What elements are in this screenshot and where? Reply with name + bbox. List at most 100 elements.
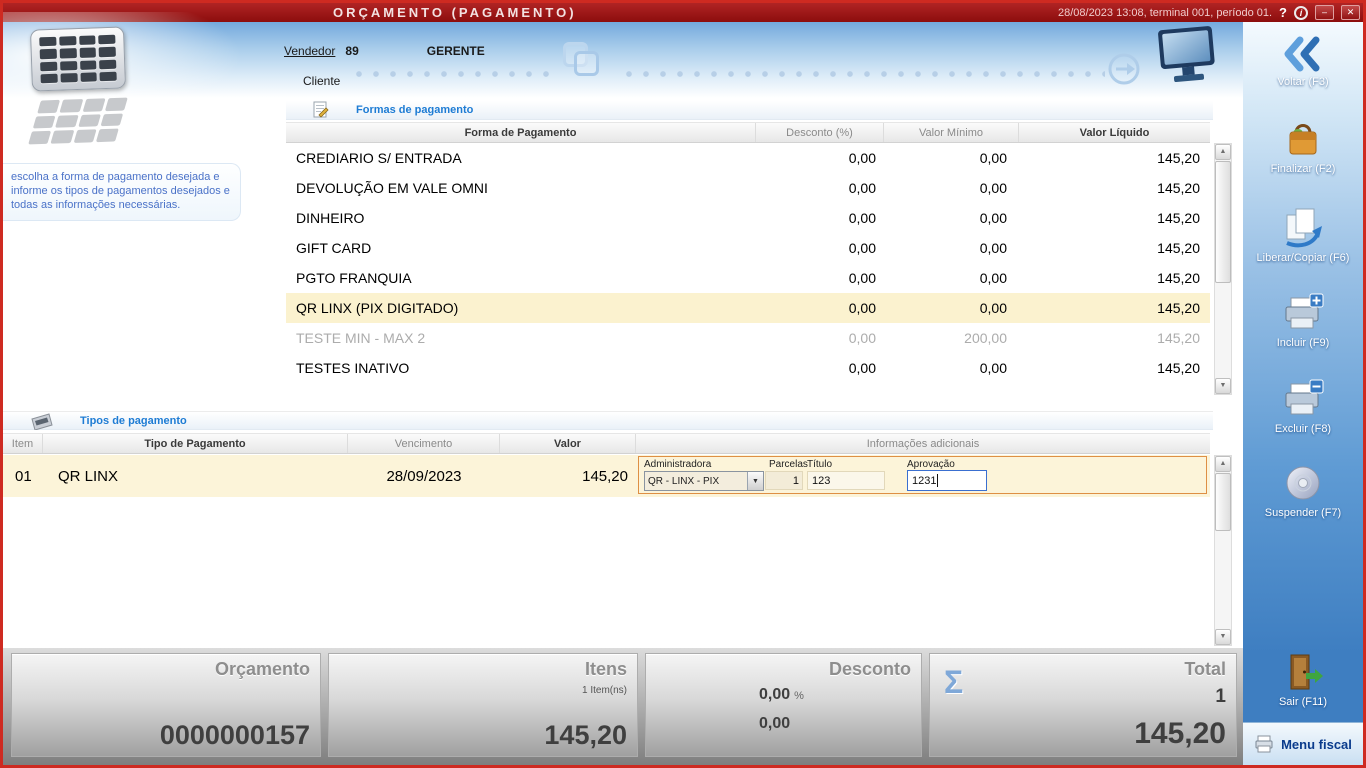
forma-name: TESTE MIN - MAX 2 (296, 330, 426, 346)
aprovacao-value: 1231 (912, 474, 937, 487)
liberar-copiar-button[interactable]: Liberar/Copiar (F6) (1243, 206, 1363, 264)
close-button[interactable]: ✕ (1341, 5, 1360, 20)
finalizar-label: Finalizar (F2) (1270, 163, 1336, 175)
forma-minimo: 0,00 (979, 240, 1007, 256)
forma-liquido: 145,20 (1157, 270, 1200, 286)
orcamento-number: 0000000157 (159, 720, 310, 750)
payment-forms-table: Forma de Pagamento Desconto (%) Valor Mí… (286, 122, 1210, 383)
formas-scrollbar[interactable]: ▲ ▼ (1214, 143, 1232, 395)
help-icon[interactable]: ? (1279, 5, 1287, 20)
total-count: 1 (1215, 686, 1226, 707)
payment-form-row[interactable]: PGTO FRANQUIA 0,00 0,00 145,20 (286, 263, 1210, 293)
parcelas-field[interactable]: 1 (765, 471, 803, 490)
titulo-label: Título (807, 459, 833, 470)
scroll-up-button[interactable]: ▲ (1215, 456, 1231, 472)
titulo-field[interactable]: 123 (807, 471, 885, 490)
column-vencimento: Vencimento (348, 434, 500, 453)
scroll-down-button[interactable]: ▼ (1215, 629, 1231, 645)
sair-button[interactable]: Sair (F11) (1243, 652, 1363, 708)
suspender-label: Suspender (F7) (1264, 507, 1342, 519)
fiscal-printer-icon (1255, 735, 1273, 753)
parcelas-label: Parcelas (769, 459, 808, 470)
next-arrow-icon (1108, 53, 1140, 85)
aprovacao-input[interactable]: 1231 (907, 470, 987, 491)
exit-door-icon (1290, 654, 1323, 690)
tipo-valor: 145,20 (582, 467, 628, 485)
formas-section-title: Formas de pagamento (356, 104, 474, 116)
calculator-keys (39, 34, 117, 84)
info-icon[interactable]: i (1294, 5, 1308, 20)
orcamento-panel: Orçamento 0000000157 (11, 653, 321, 757)
titlebar-controls: 28/08/2023 13:08, terminal 001, período … (1058, 3, 1360, 22)
cliente-label: Cliente (303, 74, 341, 88)
forma-liquido: 145,20 (1157, 360, 1200, 376)
payment-form-row-disabled[interactable]: TESTE MIN - MAX 2 0,00 200,00 145,20 (286, 323, 1210, 353)
incluir-button[interactable]: Incluir (F9) (1243, 293, 1363, 349)
forma-liquido: 145,20 (1157, 210, 1200, 226)
printer-add-icon (1285, 293, 1324, 329)
forma-name: TESTES INATIVO (296, 360, 410, 376)
forma-minimo: 0,00 (979, 210, 1007, 226)
desconto-value: 0,00 (759, 715, 791, 732)
payment-types-table-header: Item Tipo de Pagamento Vencimento Valor … (3, 433, 1210, 454)
payment-form-row[interactable]: TESTES INATIVO 0,00 0,00 145,20 (286, 353, 1210, 383)
payment-forms-table-header: Forma de Pagamento Desconto (%) Valor Mí… (286, 122, 1210, 143)
printer-remove-icon (1285, 379, 1324, 415)
forma-desconto: 0,00 (848, 180, 876, 196)
total-panel: Σ Total 1 145,20 (929, 653, 1237, 757)
instructions-text: escolha a forma de pagamento desejada e … (3, 163, 241, 221)
payment-form-row[interactable]: DINHEIRO 0,00 0,00 145,20 (286, 203, 1210, 233)
incluir-label: Incluir (F9) (1276, 337, 1330, 349)
minimize-button[interactable]: – (1315, 5, 1334, 20)
forma-desconto: 0,00 (848, 330, 876, 346)
dropdown-arrow-icon[interactable]: ▼ (747, 472, 763, 490)
scrollbar-thumb[interactable] (1215, 161, 1231, 283)
sigma-icon: Σ (944, 664, 964, 700)
forma-desconto: 0,00 (848, 150, 876, 166)
monitor-icon (1158, 26, 1215, 83)
titulo-value: 123 (812, 474, 831, 487)
menu-fiscal-button[interactable]: Menu fiscal (1243, 722, 1363, 765)
tipo-vencimento: 28/09/2023 (386, 467, 462, 485)
forma-name: DEVOLUÇÃO EM VALE OMNI (296, 180, 488, 196)
administradora-select[interactable]: QR - LINX - PIX ▼ (644, 471, 764, 491)
payment-form-row[interactable]: GIFT CARD 0,00 0,00 145,20 (286, 233, 1210, 263)
column-info: Informações adicionais (866, 438, 980, 450)
scroll-up-button[interactable]: ▲ (1215, 144, 1231, 160)
total-label: Total (1184, 659, 1226, 679)
back-icon (1284, 36, 1320, 72)
vendedor-label: Vendedor (284, 44, 336, 58)
text-caret (937, 474, 939, 487)
administradora-label: Administradora (644, 459, 712, 470)
payment-form-row-selected[interactable]: QR LINX (PIX DIGITADO) 0,00 0,00 145,20 (286, 293, 1210, 323)
sair-label: Sair (F11) (1278, 696, 1328, 708)
forma-minimo: 0,00 (979, 150, 1007, 166)
scrollbar-thumb[interactable] (1215, 473, 1231, 531)
payment-form-row[interactable]: CREDIARIO S/ ENTRADA 0,00 0,00 145,20 (286, 143, 1210, 173)
tipos-scrollbar[interactable]: ▲ ▼ (1214, 455, 1232, 646)
finalizar-button[interactable]: Finalizar (F2) (1243, 119, 1363, 175)
copy-pages-icon (1286, 208, 1322, 248)
forma-desconto: 0,00 (848, 300, 876, 316)
suspender-button[interactable]: Suspender (F7) (1243, 463, 1363, 519)
vendedor-name: GERENTE (426, 44, 485, 58)
forma-desconto: 0,00 (848, 210, 876, 226)
window-title: ORÇAMENTO (PAGAMENTO) (333, 5, 577, 20)
forma-minimo: 0,00 (979, 360, 1007, 376)
tipo-item: 01 (15, 467, 32, 485)
forma-name: GIFT CARD (296, 240, 372, 256)
pages-step-icon (563, 42, 607, 84)
wizard-header: Vendedor 89 GERENTE Cliente (3, 12, 1243, 122)
calculator-icon (29, 26, 127, 92)
tipos-section-title: Tipos de pagamento (80, 414, 187, 427)
payment-form-row[interactable]: DEVOLUÇÃO EM VALE OMNI 0,00 0,00 145,20 (286, 173, 1210, 203)
excluir-button[interactable]: Excluir (F8) (1243, 379, 1363, 435)
payment-type-row[interactable]: 01 QR LINX 28/09/2023 145,20 Administrad… (3, 455, 1210, 497)
voltar-button[interactable]: Voltar (F3) (1243, 36, 1363, 88)
vendedor-code: 89 (345, 44, 359, 58)
menu-fiscal-label: Menu fiscal (1281, 736, 1352, 752)
forma-liquido: 145,20 (1157, 180, 1200, 196)
forma-liquido: 145,20 (1157, 150, 1200, 166)
disc-icon (1286, 466, 1320, 500)
scroll-down-button[interactable]: ▼ (1215, 378, 1231, 394)
